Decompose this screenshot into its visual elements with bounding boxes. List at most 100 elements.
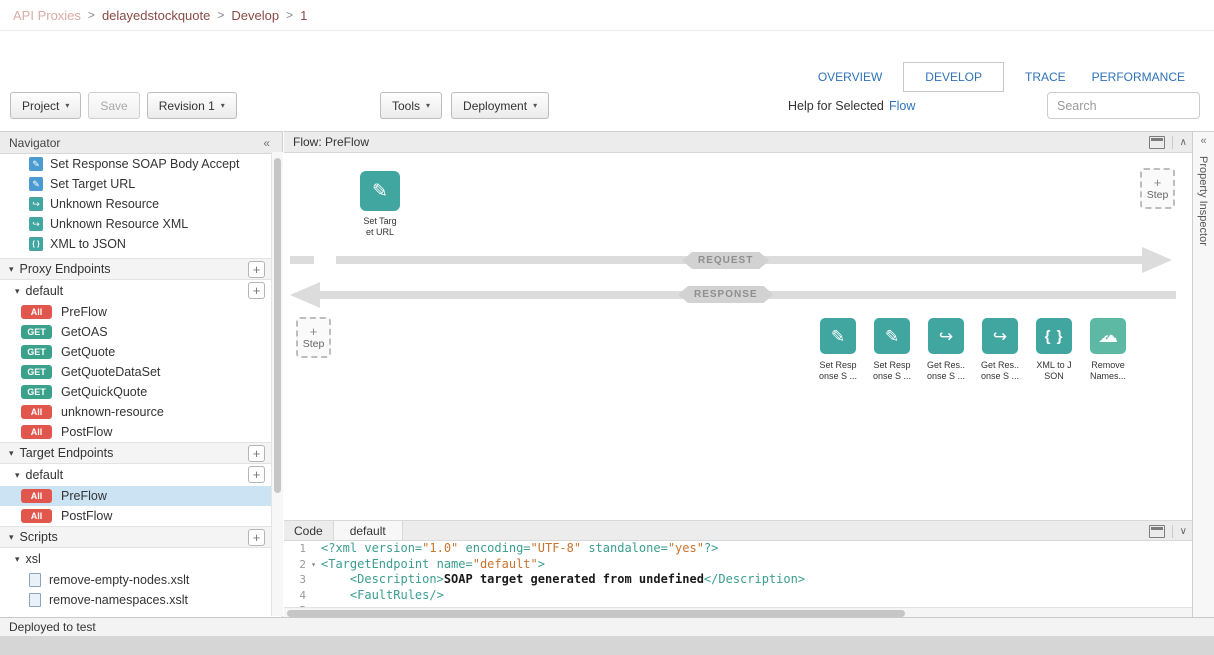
code-line: 2 ▾ <TargetEndpoint name="default"> <box>284 557 1192 573</box>
add-proxy-endpoint-button[interactable]: + <box>248 261 265 278</box>
canvas-policy-xml-to-json[interactable]: { } XML to J SON <box>1027 318 1081 382</box>
revision-menu-button[interactable]: Revision 1 ▾ <box>147 92 237 119</box>
breadcrumb-revision[interactable]: 1 <box>300 8 307 23</box>
caret-down-icon: ▾ <box>9 532 14 543</box>
proxy-endpoint-group-default[interactable]: ▾ default + <box>0 280 282 302</box>
code-horizontal-scrollbar-thumb[interactable] <box>287 610 905 617</box>
policy-node-label: Set Targ et URL <box>363 216 396 238</box>
section-target-endpoints[interactable]: ▾ Target Endpoints + <box>0 442 282 464</box>
flow-editor-panel: Flow: PreFlow ∧ ✎ Set Targ et URL + Step… <box>284 131 1192 617</box>
line-number: 1 <box>284 541 306 557</box>
proxy-flow-getquotedataset[interactable]: GET GetQuoteDataSet <box>0 362 282 382</box>
flow-name: PostFlow <box>61 509 112 523</box>
section-title: Scripts <box>20 530 58 544</box>
flow-canvas[interactable]: ✎ Set Targ et URL + Step + Step REQUEST … <box>284 153 1192 519</box>
toolbar-middle-group: Tools ▾ Deployment ▾ <box>380 92 549 119</box>
tools-menu-button[interactable]: Tools ▾ <box>380 92 442 119</box>
tab-trace[interactable]: TRACE <box>1012 63 1079 91</box>
policy-node-label: Get Res.. onse S ... <box>981 360 1019 382</box>
code-line: 4 <FaultRules/> <box>284 588 1192 604</box>
fold-toggle-icon[interactable]: ▾ <box>306 557 321 573</box>
breadcrumb-api-proxies[interactable]: API Proxies <box>13 8 81 23</box>
nav-policy-set-response-soap-body-accept[interactable]: ✎ Set Response SOAP Body Accept <box>0 154 282 174</box>
section-proxy-endpoints[interactable]: ▾ Proxy Endpoints + <box>0 258 282 280</box>
canvas-policy-set-response-1[interactable]: ✎ Set Resp onse S ... <box>811 318 865 382</box>
canvas-policy-get-response-2[interactable]: ↪ Get Res.. onse S ... <box>973 318 1027 382</box>
proxy-flow-getoas[interactable]: GET GetOAS <box>0 322 282 342</box>
add-step-response-button[interactable]: + Step <box>296 317 331 358</box>
target-flow-postflow[interactable]: All PostFlow <box>0 506 282 526</box>
expand-property-inspector-icon[interactable]: « <box>1193 135 1214 147</box>
nav-policy-unknown-resource[interactable]: ↪ Unknown Resource <box>0 194 282 214</box>
save-button[interactable]: Save <box>88 92 139 119</box>
canvas-policy-set-target-url[interactable]: ✎ Set Targ et URL <box>350 171 410 238</box>
navigator-scrollbar-thumb[interactable] <box>274 158 281 493</box>
canvas-policy-remove-namespaces[interactable]: ☁ ✓ Remove Names... <box>1081 318 1135 382</box>
flow-name: PreFlow <box>61 489 107 503</box>
tab-develop[interactable]: DEVELOP <box>903 62 1004 92</box>
braces-icon: { } <box>29 237 43 251</box>
collapse-navigator-icon[interactable]: « <box>263 136 270 150</box>
nav-policy-unknown-resource-xml[interactable]: ↪ Unknown Resource XML <box>0 214 282 234</box>
tab-performance[interactable]: PERFORMANCE <box>1079 63 1198 91</box>
response-arrow-icon <box>290 282 320 308</box>
help-selected-flow-link[interactable]: Flow <box>889 99 915 113</box>
tab-overview[interactable]: OVERVIEW <box>805 63 895 91</box>
nav-policy-set-target-url[interactable]: ✎ Set Target URL <box>0 174 282 194</box>
header-divider <box>1172 136 1173 149</box>
add-target-endpoint-button[interactable]: + <box>248 445 265 462</box>
file-icon <box>29 593 41 607</box>
breadcrumb-develop[interactable]: Develop <box>231 8 279 23</box>
add-step-request-button[interactable]: + Step <box>1140 168 1175 209</box>
split-panel-icon[interactable] <box>1149 525 1165 538</box>
tools-menu-label: Tools <box>392 99 420 113</box>
proxy-flow-preflow[interactable]: All PreFlow <box>0 302 282 322</box>
proxy-flow-getquickquote[interactable]: GET GetQuickQuote <box>0 382 282 402</box>
breadcrumb: API Proxies > delayedstockquote > Develo… <box>0 0 1214 31</box>
split-panel-icon[interactable] <box>1149 136 1165 149</box>
policy-node-label: XML to J SON <box>1036 360 1071 382</box>
toolbar-left-group: Project ▾ Save Revision 1 ▾ <box>10 92 237 119</box>
caret-down-icon: ▾ <box>15 470 20 481</box>
braces-icon: { } <box>1036 318 1072 354</box>
search-input[interactable] <box>1047 92 1200 119</box>
deployment-menu-button[interactable]: Deployment ▾ <box>451 92 549 119</box>
flow-name: GetQuickQuote <box>61 385 147 399</box>
target-flow-preflow-selected[interactable]: All PreFlow <box>0 486 282 506</box>
flow-name: PreFlow <box>61 305 107 319</box>
code-tab-default[interactable]: default <box>333 521 403 540</box>
flow-name: PostFlow <box>61 425 112 439</box>
caret-down-icon: ▾ <box>426 101 430 110</box>
proxy-flow-getquote[interactable]: GET GetQuote <box>0 342 282 362</box>
response-policy-row: ✎ Set Resp onse S ... ✎ Set Resp onse S … <box>811 318 1135 382</box>
navigator-scrollbar-track[interactable] <box>271 152 283 616</box>
code-editor[interactable]: 1 <?xml version="1.0" encoding="UTF-8" s… <box>284 541 1192 618</box>
group-label: default <box>26 284 64 298</box>
code-panel-header: Code default ∨ <box>284 520 1192 541</box>
arrow-icon: ↪ <box>982 318 1018 354</box>
proxy-flow-unknown-resource[interactable]: All unknown-resource <box>0 402 282 422</box>
method-badge: GET <box>21 345 52 359</box>
code-line: 3 <Description>SOAP target generated fro… <box>284 572 1192 588</box>
collapse-code-panel-icon[interactable]: ∨ <box>1180 527 1187 537</box>
proxy-flow-postflow[interactable]: All PostFlow <box>0 422 282 442</box>
scripts-group-xsl[interactable]: ▾ xsl <box>0 548 282 570</box>
canvas-policy-set-response-2[interactable]: ✎ Set Resp onse S ... <box>865 318 919 382</box>
view-tabs: OVERVIEW DEVELOP TRACE PERFORMANCE <box>805 62 1198 92</box>
section-scripts[interactable]: ▾ Scripts + <box>0 526 282 548</box>
breadcrumb-proxy-name[interactable]: delayedstockquote <box>102 8 210 23</box>
script-file-remove-namespaces[interactable]: remove-namespaces.xslt <box>0 590 282 610</box>
add-script-button[interactable]: + <box>248 529 265 546</box>
script-file-remove-empty-nodes[interactable]: remove-empty-nodes.xslt <box>0 570 282 590</box>
collapse-flow-panel-icon[interactable]: ∧ <box>1180 138 1187 148</box>
property-inspector-strip[interactable]: « Property Inspector <box>1192 131 1214 617</box>
project-menu-button[interactable]: Project ▾ <box>10 92 81 119</box>
canvas-policy-get-response-1[interactable]: ↪ Get Res.. onse S ... <box>919 318 973 382</box>
nav-policy-xml-to-json[interactable]: { } XML to JSON <box>0 234 282 254</box>
flow-name: GetOAS <box>61 325 108 339</box>
header-divider <box>1172 525 1173 538</box>
add-flow-button[interactable]: + <box>248 282 265 299</box>
add-flow-button[interactable]: + <box>248 466 265 483</box>
arrow-icon: ↪ <box>29 197 43 211</box>
target-endpoint-group-default[interactable]: ▾ default + <box>0 464 282 486</box>
